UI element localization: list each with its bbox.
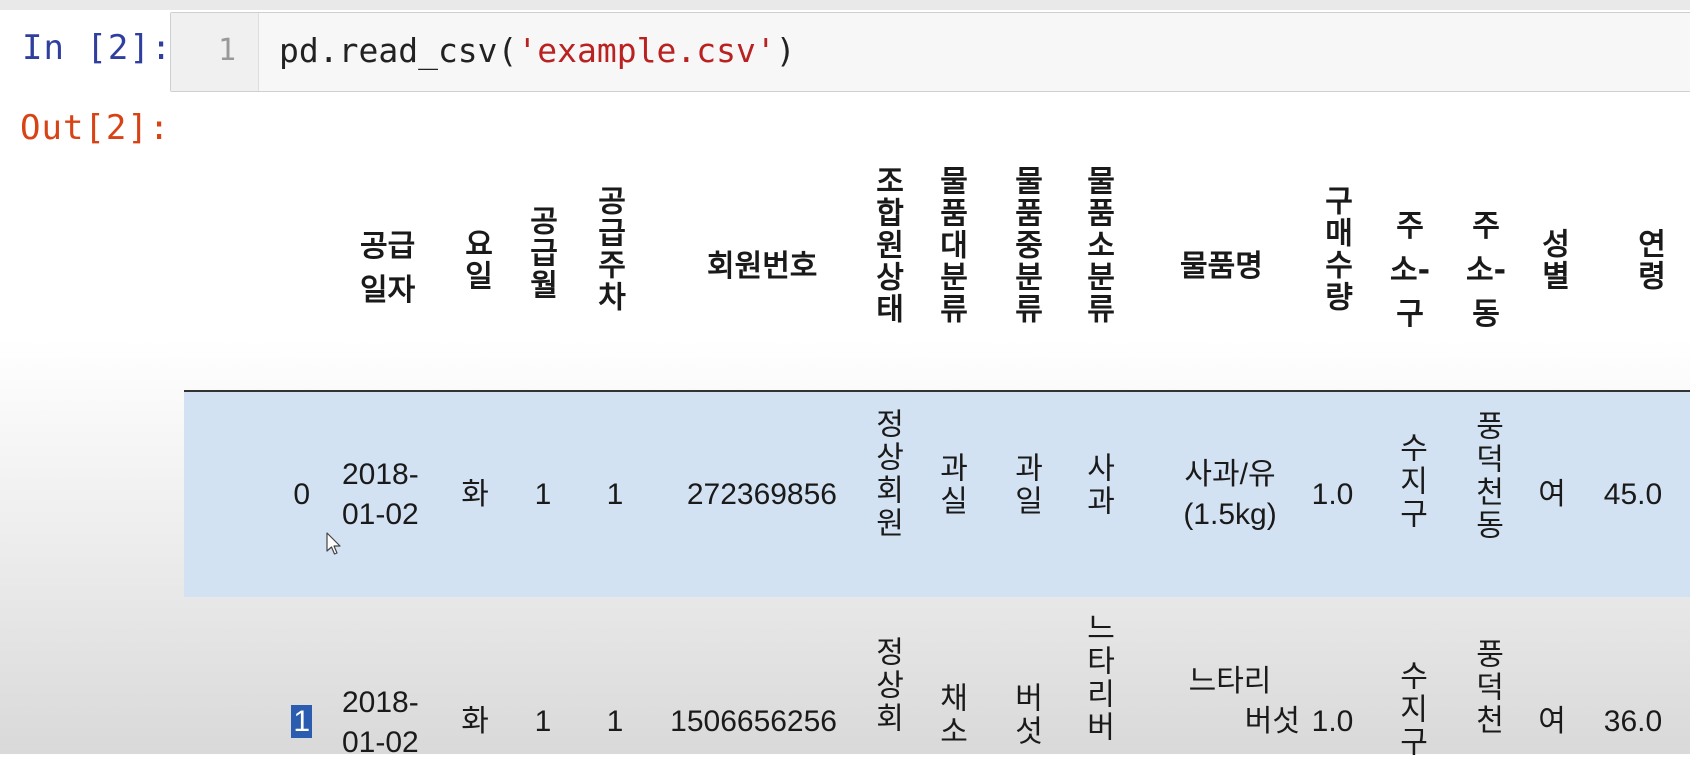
cell-address-dong: 풍덕천동 [1470,410,1503,542]
cell-product-line2: 버섯 [1244,705,1300,738]
header-category-small: 물품소분류 [1080,165,1115,325]
header-age: 연령 [1631,228,1666,292]
row-index: 1 [288,702,312,742]
line-number: 1 [217,33,236,68]
cell-weekday: 화 [461,705,489,738]
header-product-name: 물품명 [1180,249,1263,284]
cell-category-mid: 과일 [1009,452,1042,518]
input-prompt: In [2]: [22,28,173,68]
cell-age: 45.0 [1603,478,1663,511]
code-editor[interactable]: pd.read_csv('example.csv') [279,31,796,70]
header-address-gu-line2: 소- [1389,253,1431,288]
output-prompt: Out[2]: [20,108,171,148]
code-suffix: ) [775,31,796,70]
cell-supply-date: 2018- 01-02 [342,455,419,535]
header-gender: 성별 [1535,228,1570,292]
cell-week: 1 [606,478,624,511]
cell-date-line2: 01-02 [342,726,419,759]
cell-gender: 여 [1538,478,1566,511]
header-category-mid: 물품중분류 [1008,165,1043,325]
cell-date-line1: 2018- [342,686,419,719]
cell-week: 1 [606,705,624,738]
cell-member-no: 1506656256 [670,705,837,738]
row-index-selected: 1 [291,705,312,738]
header-quantity: 구매수량 [1318,185,1353,313]
header-supply-date-line1: 공급 [360,229,416,264]
cell-member-status: 정상회 [870,636,903,735]
cell-product-line1: 느타리 [1188,665,1272,698]
cell-category-large: 과실 [934,452,967,518]
header-supply-month: 공급월 [523,205,558,301]
cell-product-line1: 사과/유 [1184,458,1276,491]
header-weekday: 요일 [458,228,493,292]
cell-month: 1 [534,705,552,738]
cell-member-no: 272369856 [686,478,837,511]
header-address-gu-line3: 구 [1396,297,1424,332]
cell-supply-date: 2018- 01-02 [342,683,419,763]
cell-member-status: 정상회원 [870,408,903,540]
row-index: 0 [293,478,310,511]
cell-product-name: 느타리 버섯 [1160,662,1300,742]
cell-product-line2: (1.5kg) [1183,498,1277,531]
code-cell[interactable]: 1 pd.read_csv('example.csv') [170,12,1690,92]
cell-category-small: 사과 [1081,452,1114,518]
cell-address-dong: 풍덕천 [1470,638,1503,737]
cell-date-line1: 2018- [342,458,419,491]
cell-address-gu: 수지구 [1394,660,1427,759]
header-supply-date: 공급 일자 [360,225,415,313]
cell-weekday: 화 [461,478,489,511]
cell-month: 1 [534,478,552,511]
header-address-dong-line3: 동 [1472,297,1500,332]
header-address-dong-line2: 소- [1465,253,1507,288]
header-supply-week: 공급주차 [591,185,626,313]
header-address-gu-line1: 주 [1396,209,1424,244]
cell-quantity: 1.0 [1311,705,1354,738]
header-member-no: 회원번호 [707,249,818,284]
cell-product-name: 사과/유 (1.5kg) [1160,455,1300,535]
cell-quantity: 1.0 [1311,478,1354,511]
header-address-dong: 주 소- 동 [1464,205,1508,337]
cell-category-small: 느타리버 [1081,612,1114,744]
code-prefix: pd.read_csv( [279,31,518,70]
cell-date-line2: 01-02 [342,498,419,531]
header-member-status: 조합원상태 [869,165,904,325]
header-address-dong-line1: 주 [1472,209,1500,244]
cell-gender: 여 [1538,705,1566,738]
cell-address-gu: 수지구 [1394,432,1427,531]
line-number-gutter: 1 [171,13,259,91]
mouse-pointer-icon [326,532,341,555]
header-supply-date-line2: 일자 [360,273,416,308]
cell-category-mid: 버섯 [1009,682,1042,748]
code-string-literal: 'example.csv' [517,31,776,70]
cell-age: 36.0 [1603,705,1663,738]
header-category-large: 물품대분류 [933,165,968,325]
header-address-gu: 주 소- 구 [1388,205,1432,337]
cell-category-large: 채소 [934,682,967,748]
top-border [0,0,1690,10]
